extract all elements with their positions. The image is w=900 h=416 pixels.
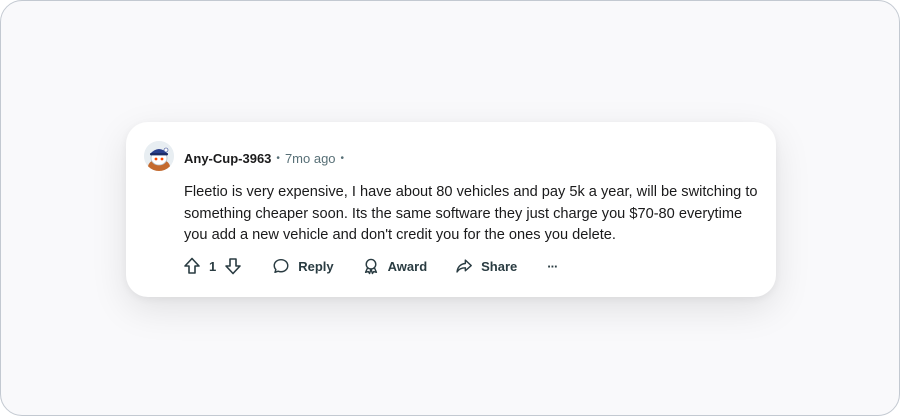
share-arrow-icon	[453, 255, 475, 277]
arrow-down-icon[interactable]	[222, 255, 244, 277]
award-button[interactable]: Award	[360, 255, 428, 277]
speech-bubble-icon	[270, 255, 292, 277]
snoo-avatar-image	[144, 141, 174, 171]
comment-body: Fleetio is very expensive, I have about …	[184, 184, 758, 243]
username-link[interactable]: Any-Cup-3963	[184, 151, 271, 166]
comment-meta: Any-Cup-3963 • 7mo ago •	[184, 151, 349, 166]
share-label: Share	[481, 258, 518, 274]
comment-actions: 1 Reply Award Share ···	[181, 255, 558, 277]
reply-button[interactable]: Reply	[270, 255, 334, 277]
vote-count: 1	[209, 258, 217, 274]
vote-group: 1	[181, 255, 244, 277]
award-label: Award	[387, 258, 428, 274]
more-options-button[interactable]: ···	[547, 258, 558, 274]
arrow-up-icon[interactable]	[181, 255, 203, 277]
meta-separator: •	[276, 153, 280, 164]
comment-card: Any-Cup-3963 • 7mo ago • Fleetio is very…	[126, 122, 776, 297]
window-frame: Any-Cup-3963 • 7mo ago • Fleetio is very…	[0, 0, 900, 416]
ellipsis-icon: ···	[547, 258, 558, 274]
award-ribbon-icon	[360, 255, 382, 277]
meta-separator-trailing: •	[340, 153, 345, 164]
timestamp[interactable]: 7mo ago	[285, 151, 336, 166]
reply-label: Reply	[298, 258, 334, 274]
user-avatar[interactable]	[144, 141, 174, 171]
share-button[interactable]: Share	[453, 255, 517, 277]
